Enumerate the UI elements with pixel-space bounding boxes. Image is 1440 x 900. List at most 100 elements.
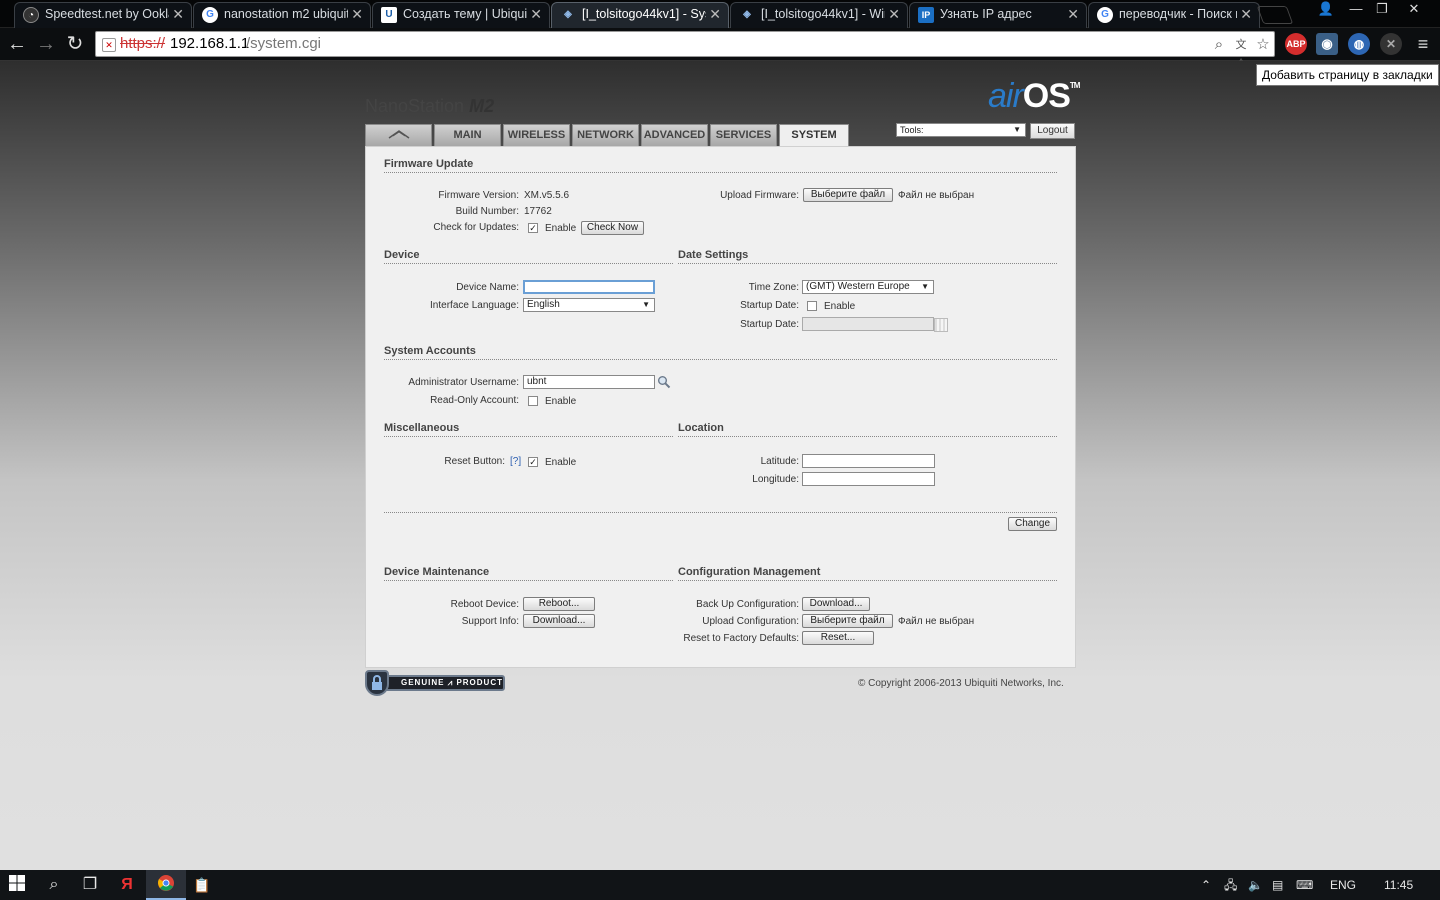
chrome-logo-icon [158, 875, 174, 891]
section-firmware-update: Firmware Update [384, 158, 1057, 173]
browser-tab-ip-address[interactable]: IP Узнать IP адрес ✕ [909, 2, 1087, 28]
address-bar[interactable]: ✕ https:// 192.168.1.1 /system.cgi ⌕ 文A … [95, 31, 1275, 69]
tab-main[interactable]: MAIN [434, 124, 501, 146]
genuine-text: GENUINE [401, 678, 445, 687]
latitude-input[interactable] [802, 454, 935, 468]
ubiquiti-logo-icon [388, 130, 409, 139]
longitude-label: Longitude: [752, 474, 799, 485]
tab-close-icon[interactable]: ✕ [709, 3, 721, 25]
user-profile-icon[interactable]: 👤 [1312, 0, 1340, 18]
globe-icon[interactable]: ◍ [1348, 33, 1370, 55]
sync-off-icon[interactable]: ✕ [1380, 33, 1402, 55]
browser-tab-translator[interactable]: G переводчик - Поиск в Google ✕ [1088, 2, 1260, 28]
tab-wireless[interactable]: WIRELESS [503, 124, 570, 146]
upload-firmware-label: Upload Firmware: [720, 190, 799, 201]
reset-button-enable-text: Enable [545, 457, 577, 468]
translate-icon[interactable]: 文A [1232, 36, 1250, 69]
logout-button[interactable]: Logout [1030, 123, 1075, 139]
search-icon[interactable]: ⌕ [43, 874, 65, 896]
readonly-account-checkbox[interactable] [528, 396, 538, 406]
magnifier-icon[interactable] [657, 375, 671, 389]
backup-configuration-button[interactable]: Download... [802, 597, 870, 611]
tab-title: переводчик - Поиск в Google [1119, 7, 1237, 21]
tab-close-icon[interactable]: ✕ [888, 3, 900, 25]
check-now-button[interactable]: Check Now [581, 221, 644, 235]
input-language[interactable]: ENG [1330, 876, 1356, 894]
upload-configuration-label: Upload Configuration: [702, 616, 799, 627]
choose-firmware-file-button[interactable]: Выберите файл [803, 188, 893, 202]
url-path: /system.cgi [246, 35, 322, 52]
support-info-download-button[interactable]: Download... [523, 614, 595, 628]
zoom-icon[interactable]: ⌕ [1210, 36, 1228, 54]
forward-button[interactable]: → [33, 31, 59, 57]
airos-logo: airOSTM [988, 77, 1080, 116]
minimize-button[interactable]: — [1342, 0, 1370, 18]
browser-tab-google-search[interactable]: G nanostation m2 ubiquiti ✕ [193, 2, 371, 28]
tab-advanced[interactable]: ADVANCED [641, 124, 708, 146]
task-view-icon[interactable]: ❐ [79, 874, 101, 896]
reset-button-help-link[interactable]: [?] [510, 456, 521, 467]
readonly-account-label: Read-Only Account: [430, 395, 519, 406]
chevron-down-icon: ▼ [642, 300, 650, 309]
tab-close-icon[interactable]: ✕ [172, 3, 184, 25]
tray-chevron-up-icon[interactable]: ⌃ [1201, 876, 1211, 894]
tab-title: [I_tolsitogo44kv1] - System [582, 7, 706, 21]
camera-icon[interactable]: ◉ [1316, 33, 1338, 55]
check-updates-checkbox[interactable]: ✓ [528, 223, 538, 233]
volume-icon[interactable]: 🔈 [1248, 876, 1263, 894]
network-icon[interactable]: 🖧 [1224, 876, 1237, 894]
firmware-file-status: Файл не выбран [898, 190, 975, 201]
adblock-plus-icon[interactable]: ABP [1285, 33, 1307, 55]
choose-configuration-file-button[interactable]: Выберите файл [802, 614, 893, 628]
notifications-icon[interactable]: ▤ [1272, 876, 1283, 894]
new-tab-button[interactable] [1256, 6, 1294, 24]
device-name-input[interactable] [523, 280, 655, 294]
reload-button[interactable]: ↻ [62, 31, 88, 57]
back-button[interactable]: ← [4, 31, 30, 57]
reset-button-checkbox[interactable]: ✓ [528, 457, 538, 467]
browser-tab-speedtest[interactable]: ◔ Speedtest.net by Ookla ✕ [14, 2, 192, 28]
section-divider [384, 512, 1057, 513]
admin-username-label: Administrator Username: [408, 377, 519, 388]
chrome-icon[interactable] [155, 874, 177, 896]
tab-ubiquiti-logo[interactable] [365, 124, 432, 146]
tab-network[interactable]: NETWORK [572, 124, 639, 146]
longitude-input[interactable] [802, 472, 935, 486]
time-zone-select[interactable]: (GMT) Western Europe ▼ [802, 280, 934, 294]
notepad-icon[interactable]: 📋 [191, 874, 213, 896]
browser-tab-wireless[interactable]: ◈ [I_tolsitogo44kv1] - Wireless ✕ [730, 2, 908, 28]
tab-close-icon[interactable]: ✕ [351, 3, 363, 25]
tab-close-icon[interactable]: ✕ [530, 3, 542, 25]
tab-close-icon[interactable]: ✕ [1067, 3, 1079, 25]
section-device: Device [384, 249, 673, 264]
startup-date-label: Startup Date: [740, 319, 799, 330]
close-window-button[interactable]: ✕ [1400, 0, 1428, 18]
section-date-settings: Date Settings [678, 249, 1057, 264]
change-button[interactable]: Change [1008, 517, 1057, 531]
interface-language-select[interactable]: English ▼ [523, 298, 655, 312]
time-zone-label: Time Zone: [748, 282, 799, 293]
section-system-accounts: System Accounts [384, 345, 1057, 360]
ubiquiti-icon: U [381, 7, 397, 23]
startup-date-checkbox[interactable] [807, 301, 817, 311]
bookmark-star-icon[interactable]: ☆ [1254, 36, 1272, 54]
arrow-right-icon: → [36, 33, 56, 55]
reboot-button[interactable]: Reboot... [523, 597, 595, 611]
yandex-browser-icon[interactable]: Я [116, 874, 138, 896]
tools-select[interactable]: Tools: ▼ [896, 123, 1026, 137]
factory-reset-button[interactable]: Reset... [802, 631, 874, 645]
tab-title: Speedtest.net by Ookla [45, 7, 169, 21]
tab-services[interactable]: SERVICES [710, 124, 777, 146]
admin-username-input[interactable]: ubnt [523, 375, 655, 389]
ip-icon: IP [918, 7, 934, 23]
keyboard-icon[interactable]: ⌨ [1296, 876, 1313, 894]
restore-button[interactable]: ❐ [1368, 0, 1396, 18]
tab-system[interactable]: SYSTEM [779, 124, 849, 147]
clock[interactable]: 11:45 [1384, 876, 1413, 894]
browser-tab-ubiquiti-forum[interactable]: U Создать тему | Ubiquiti ✕ [372, 2, 550, 28]
windows-start-icon[interactable] [6, 874, 28, 896]
tab-close-icon[interactable]: ✕ [1240, 3, 1252, 25]
browser-tab-system[interactable]: ◈ [I_tolsitogo44kv1] - System ✕ [551, 2, 729, 28]
menu-icon[interactable]: ≡ [1412, 33, 1434, 55]
support-info-label: Support Info: [461, 616, 519, 627]
